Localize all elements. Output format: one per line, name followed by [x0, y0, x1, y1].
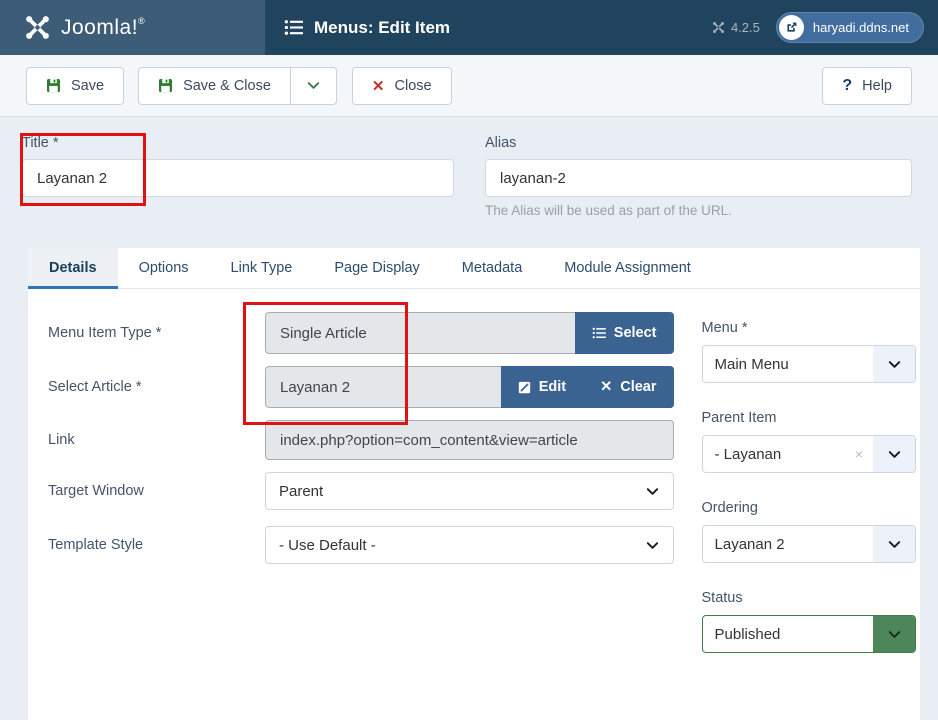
menu-item-type-value: Single Article — [265, 312, 575, 354]
alias-label: Alias — [485, 135, 912, 151]
status-label: Status — [702, 590, 916, 606]
parent-item-group: Parent Item - Layanan × — [702, 410, 916, 473]
clear-article-button[interactable]: ✕ Clear — [583, 366, 673, 408]
version-label: 4.2.5 — [731, 20, 760, 35]
chevron-down-icon — [873, 616, 915, 652]
alias-input[interactable] — [485, 159, 912, 197]
template-style-label: Template Style — [48, 537, 265, 553]
edit-icon — [518, 381, 531, 394]
menu-list-icon — [284, 18, 303, 37]
header-right: 4.2.5 haryadi.ddns.net — [712, 12, 938, 43]
form-right-column: Menu * Main Menu Parent Item - Layanan × — [702, 312, 916, 680]
tab-page-display[interactable]: Page Display — [313, 248, 440, 289]
template-style-select[interactable]: - Use Default - — [265, 526, 674, 564]
tab-details[interactable]: Details — [28, 248, 118, 289]
tab-link-type[interactable]: Link Type — [210, 248, 314, 289]
target-window-select[interactable]: Parent — [265, 472, 674, 510]
page-heading: Menus: Edit Item — [284, 18, 450, 38]
chevron-down-icon — [873, 346, 915, 382]
select-list-icon — [592, 326, 606, 340]
status-select[interactable]: Published — [702, 615, 916, 653]
details-form: Menu Item Type * Single Article — [28, 289, 920, 720]
tab-metadata[interactable]: Metadata — [441, 248, 543, 289]
chevron-down-icon — [645, 538, 660, 553]
joomla-version-icon — [712, 21, 725, 34]
target-window-row: Target Window Parent — [48, 472, 674, 510]
help-button[interactable]: ? Help — [822, 67, 912, 105]
menu-group: Menu * Main Menu — [702, 320, 916, 383]
menu-item-type-row: Menu Item Type * Single Article — [48, 312, 674, 354]
parent-item-select[interactable]: - Layanan × — [702, 435, 916, 473]
tab-bar: Details Options Link Type Page Display M… — [28, 248, 920, 289]
link-label: Link — [48, 432, 265, 448]
save-close-split: Save & Close — [138, 67, 337, 105]
title-alias-row: Title * Alias The Alias will be used as … — [0, 117, 938, 218]
version-badge: 4.2.5 — [712, 20, 760, 35]
menu-item-type-label: Menu Item Type * — [48, 325, 265, 341]
joomla-logo-icon — [24, 14, 51, 41]
save-icon — [158, 78, 173, 93]
select-article-label: Select Article * — [48, 379, 265, 395]
save-icon — [46, 78, 61, 93]
clear-icon: ✕ — [600, 379, 612, 395]
ordering-group: Ordering Layanan 2 — [702, 500, 916, 563]
select-article-value: Layanan 2 — [265, 366, 501, 408]
parent-item-label: Parent Item — [702, 410, 916, 426]
clear-parent-icon[interactable]: × — [855, 436, 873, 472]
toolbar: Save Save & Close ✕ Close ? Help — [0, 55, 938, 117]
tab-options[interactable]: Options — [118, 248, 210, 289]
admin-header: Joomla!® Menus: Edit Item — [0, 0, 938, 55]
joomla-wordmark: Joomla!® — [61, 16, 145, 40]
form-left-column: Menu Item Type * Single Article — [48, 312, 674, 680]
chevron-down-icon — [873, 436, 915, 472]
help-icon: ? — [842, 77, 852, 95]
save-button[interactable]: Save — [26, 67, 124, 105]
alias-help-text: The Alias will be used as part of the UR… — [485, 203, 912, 218]
menu-label: Menu * — [702, 320, 916, 336]
select-menu-item-type-button[interactable]: Select — [575, 312, 674, 354]
article-button-group: Edit ✕ Clear — [501, 366, 674, 408]
save-dropdown-toggle[interactable] — [291, 67, 337, 105]
select-article-row: Select Article * Layanan 2 Edit — [48, 366, 674, 408]
page-title: Menus: Edit Item — [314, 18, 450, 38]
target-window-label: Target Window — [48, 483, 265, 499]
chevron-down-icon — [645, 484, 660, 499]
alias-field-group: Alias The Alias will be used as part of … — [485, 135, 912, 218]
external-link-icon — [779, 15, 804, 40]
template-style-row: Template Style - Use Default - — [48, 526, 674, 564]
status-group: Status Published — [702, 590, 916, 653]
ordering-label: Ordering — [702, 500, 916, 516]
menu-select[interactable]: Main Menu — [702, 345, 916, 383]
site-label: haryadi.ddns.net — [804, 20, 921, 35]
close-icon: ✕ — [372, 77, 385, 95]
header-main: Menus: Edit Item 4.2.5 — [265, 0, 938, 55]
link-value: index.php?option=com_content&view=articl… — [265, 420, 674, 460]
title-label: Title * — [22, 135, 454, 151]
title-input[interactable] — [22, 159, 454, 197]
joomla-logo[interactable]: Joomla!® — [0, 0, 265, 55]
site-link[interactable]: haryadi.ddns.net — [776, 12, 924, 43]
save-close-button[interactable]: Save & Close — [138, 67, 291, 105]
tab-module-assignment[interactable]: Module Assignment — [543, 248, 712, 289]
link-row: Link index.php?option=com_content&view=a… — [48, 420, 674, 460]
edit-item-card: Details Options Link Type Page Display M… — [28, 248, 920, 720]
ordering-select[interactable]: Layanan 2 — [702, 525, 916, 563]
chevron-down-icon — [306, 78, 321, 93]
title-field-group: Title * — [22, 135, 454, 218]
edit-article-button[interactable]: Edit — [501, 366, 583, 408]
chevron-down-icon — [873, 526, 915, 562]
close-button[interactable]: ✕ Close — [352, 67, 452, 105]
